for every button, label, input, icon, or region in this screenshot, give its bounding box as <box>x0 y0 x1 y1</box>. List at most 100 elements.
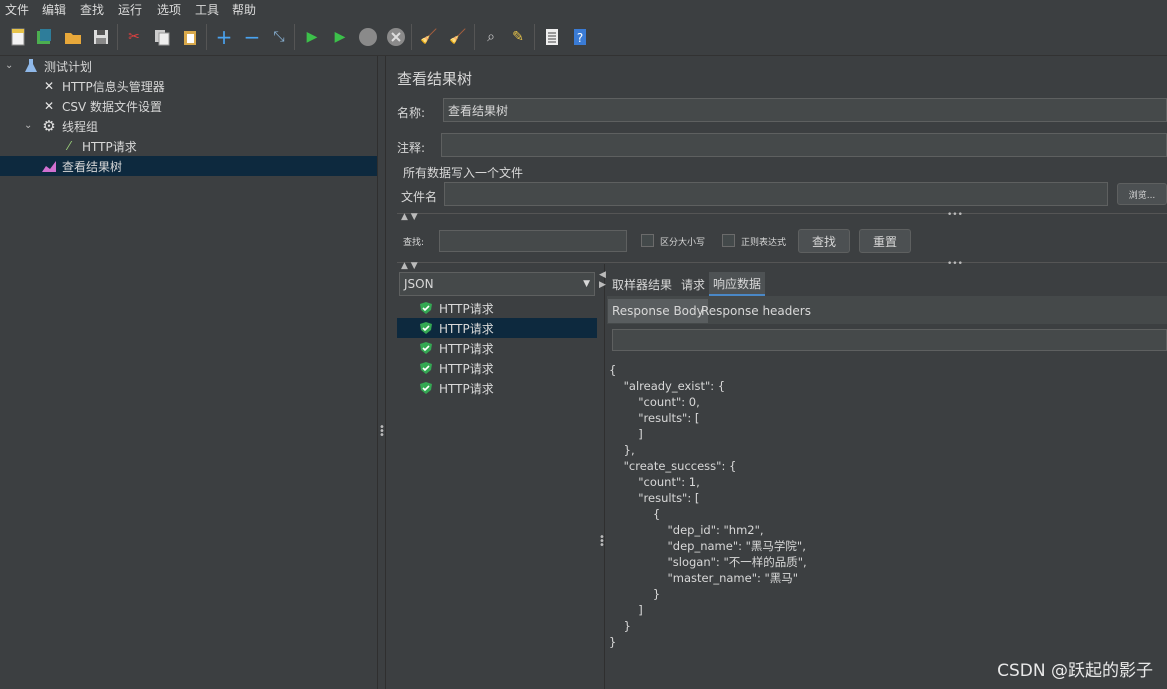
result-item[interactable]: HTTP请求 <box>397 298 597 318</box>
case-sensitive-label: 区分大小写 <box>660 238 706 248</box>
tree-item-label: HTTP请求 <box>82 139 137 154</box>
result-item[interactable]: HTTP请求 <box>397 358 597 378</box>
page-title: 查看结果树 <box>397 70 473 88</box>
tree-item-label: 测试计划 <box>44 59 93 74</box>
json-line: "dep_name": "黑马学院", <box>609 539 806 553</box>
json-line: ] <box>609 427 643 441</box>
view-results-tree-panel: 查看结果树 名称: 查看结果树 注释: 所有数据写入一个文件 文件名 浏览...… <box>387 56 1167 689</box>
tree-item-test-plan[interactable]: 测试计划 <box>22 56 92 76</box>
stop-icon[interactable] <box>357 26 379 48</box>
result-item[interactable]: HTTP请求 <box>397 318 597 338</box>
shutdown-icon[interactable] <box>385 26 407 48</box>
templates-icon[interactable] <box>33 26 55 48</box>
renderer-select[interactable]: JSON ▼ <box>399 272 595 296</box>
name-label: 名称: <box>397 106 426 120</box>
drag-handle-icon[interactable]: ••• <box>947 259 963 269</box>
test-plan-tree: ⌄ 测试计划 ✕ HTTP信息头管理器 ✕ CSV 数据文件设置 ⌄ ⚙ 线程组… <box>0 56 378 689</box>
regex-label: 正则表达式 <box>741 238 787 248</box>
menu-help[interactable]: 帮助 <box>232 1 256 18</box>
tree-item-csv-data[interactable]: ✕ CSV 数据文件设置 <box>40 96 162 116</box>
name-field[interactable]: 查看结果树 <box>443 98 1167 122</box>
function-helper-icon[interactable] <box>541 26 563 48</box>
reset-search-icon[interactable]: ✎ <box>507 26 529 48</box>
json-line: "master_name": "黑马" <box>609 571 799 585</box>
tab-response-headers[interactable]: Response headers <box>697 299 815 323</box>
result-label: HTTP请求 <box>439 321 494 336</box>
vertical-splitter[interactable]: • • • <box>378 56 386 689</box>
json-line: "count": 0, <box>609 395 700 409</box>
json-line: "results": [ <box>609 411 700 425</box>
tree-item-thread-group[interactable]: ⚙ 线程组 <box>40 116 98 136</box>
find-button[interactable]: 查找 <box>798 229 850 253</box>
json-line: "dep_id": "hm2", <box>609 523 764 537</box>
save-icon[interactable] <box>90 26 112 48</box>
comment-field[interactable] <box>441 133 1167 157</box>
json-line: } <box>609 619 631 633</box>
json-line: }, <box>609 443 635 457</box>
open-icon[interactable] <box>62 26 84 48</box>
success-shield-icon <box>420 302 432 314</box>
start-icon[interactable]: ▶ <box>301 26 323 48</box>
renderer-selected-value: JSON <box>404 277 434 291</box>
collapse-icon[interactable]: − <box>241 25 263 49</box>
tree-item-label: 查看结果树 <box>62 159 123 174</box>
tree-item-label: 线程组 <box>62 119 99 134</box>
tab-response-body[interactable]: Response Body <box>608 299 708 323</box>
toggle-icon[interactable]: ⤡ <box>268 26 290 48</box>
splitter-bar[interactable] <box>397 213 1167 219</box>
search-input[interactable] <box>439 230 627 252</box>
success-shield-icon <box>420 322 432 334</box>
chevron-down-icon[interactable]: ⌄ <box>24 120 32 131</box>
result-item[interactable]: HTTP请求 <box>397 338 597 358</box>
json-line: "results": [ <box>609 491 700 505</box>
cut-icon[interactable]: ✂ <box>123 26 145 48</box>
paste-icon[interactable] <box>179 26 201 48</box>
menu-options[interactable]: 选项 <box>157 1 181 18</box>
json-line: "create_success": { <box>609 459 737 473</box>
menu-search[interactable]: 查找 <box>80 1 104 18</box>
result-item[interactable]: HTTP请求 <box>397 378 597 398</box>
json-line: ] <box>609 603 643 617</box>
toolbar: ✂ + − ⤡ ▶ ▶ 🧹 🧹 ⌕ ✎ ? <box>0 18 1167 56</box>
file-name-field[interactable] <box>444 182 1108 206</box>
menu-edit[interactable]: 编辑 <box>42 1 66 18</box>
result-label: HTTP请求 <box>439 361 494 376</box>
regex-checkbox[interactable] <box>722 234 735 247</box>
help-icon[interactable]: ? <box>569 26 591 48</box>
menu-file[interactable]: 文件 <box>5 1 29 18</box>
tree-item-view-results-tree[interactable]: 查看结果树 <box>0 156 377 176</box>
collapse-arrows-icon[interactable]: ▲ ▼ <box>401 212 418 222</box>
collapse-arrows-icon[interactable]: ▲ ▼ <box>401 261 418 271</box>
tree-item-header-manager[interactable]: ✕ HTTP信息头管理器 <box>40 76 165 96</box>
browse-button[interactable]: 浏览... <box>1117 183 1167 205</box>
pipette-icon: ⁄ <box>67 139 70 153</box>
new-icon[interactable] <box>7 26 29 48</box>
json-line: "count": 1, <box>609 475 700 489</box>
clear-icon[interactable]: 🧹 <box>418 26 440 48</box>
search-icon[interactable]: ⌕ <box>480 26 502 48</box>
splitter-bar[interactable] <box>397 262 1167 268</box>
copy-icon[interactable] <box>151 26 173 48</box>
tree-item-label: HTTP信息头管理器 <box>62 79 165 94</box>
json-line: { <box>609 507 661 521</box>
reset-button[interactable]: 重置 <box>859 229 911 253</box>
menu-run[interactable]: 运行 <box>118 1 142 18</box>
collapse-arrows-icon[interactable]: ◀ ▶ <box>599 270 606 290</box>
start-no-pause-icon[interactable]: ▶ <box>329 26 351 48</box>
chevron-down-icon: ▼ <box>583 279 590 289</box>
case-sensitive-checkbox[interactable] <box>641 234 654 247</box>
chevron-down-icon[interactable]: ⌄ <box>5 60 13 71</box>
file-name-label: 文件名 <box>401 190 438 204</box>
tree-item-http-request[interactable]: ⁄ HTTP请求 <box>60 136 137 156</box>
json-line: } <box>609 635 617 649</box>
menu-tools[interactable]: 工具 <box>195 1 219 18</box>
tab-request[interactable]: 请求 <box>677 272 709 296</box>
clear-all-icon[interactable]: 🧹 <box>447 26 469 48</box>
tab-sampler-result[interactable]: 取样器结果 <box>608 272 676 296</box>
results-splitter[interactable]: ◀ ▶ • • • <box>597 264 606 689</box>
response-search-input[interactable] <box>612 329 1167 351</box>
drag-handle-icon[interactable]: ••• <box>947 210 963 220</box>
expand-icon[interactable]: + <box>213 25 235 49</box>
response-body-text: { "already_exist": { "count": 0, "result… <box>609 362 1164 682</box>
tab-response-data[interactable]: 响应数据 <box>709 272 766 296</box>
